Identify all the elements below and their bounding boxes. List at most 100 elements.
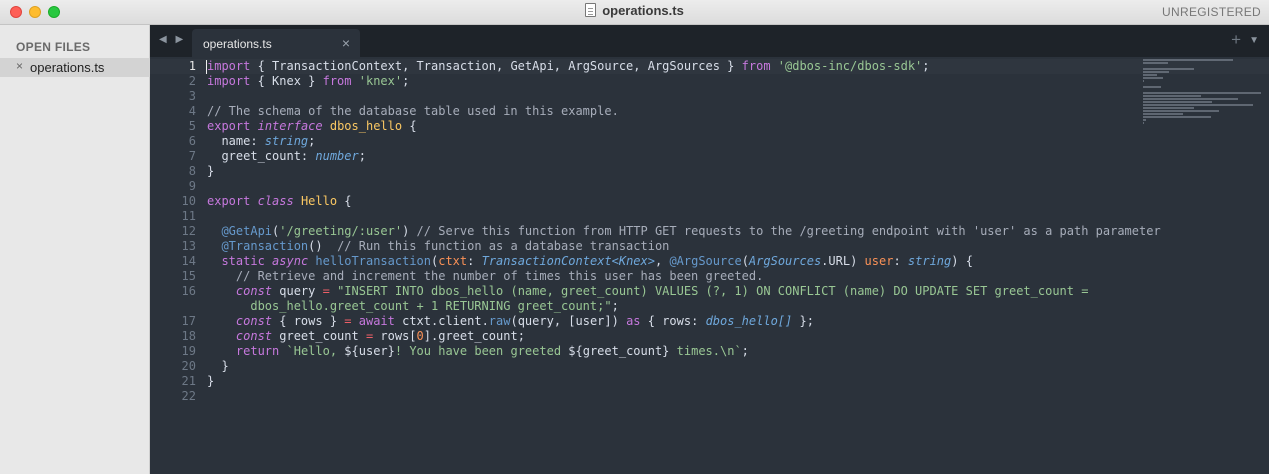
code-token: rows[: [373, 329, 417, 343]
code-line[interactable]: export interface dbos_hello {: [207, 119, 1139, 134]
code-editor[interactable]: 1 2 3 4 5 6 7 8 9 10 11 12 13 14 15 16 17 18 19 20 21 22 impo…: [150, 57, 1269, 474]
line-number: [150, 299, 196, 314]
code-token: '@dbos-inc/dbos-sdk': [777, 59, 923, 73]
code-line[interactable]: const { rows } = await ctxt.client.raw(q…: [207, 314, 1139, 329]
minimap-line: [1143, 104, 1253, 106]
line-number: 8: [188, 164, 196, 178]
code-token: :: [893, 254, 908, 268]
code-line[interactable]: [207, 389, 1139, 404]
code-token: };: [792, 314, 814, 328]
code-token: ;: [358, 149, 366, 163]
code-line[interactable]: return `Hello, ${user}! You have been gr…: [207, 344, 1139, 359]
tab-close-icon[interactable]: ×: [342, 35, 350, 51]
minimap-line: [1143, 110, 1219, 112]
code-token: ;: [402, 74, 410, 88]
minimap-line: [1143, 59, 1233, 61]
line-number: 12: [181, 224, 196, 238]
code-token: times.\n`: [669, 344, 742, 358]
code-token: import: [207, 74, 251, 88]
line-number: 2: [188, 74, 196, 88]
code-token: // The schema of the database table used…: [207, 104, 619, 118]
code-line[interactable]: greet_count: number;: [207, 149, 1139, 164]
code-line[interactable]: }: [207, 359, 1139, 374]
code-token: import: [207, 59, 251, 73]
minimap-line: [1143, 86, 1161, 88]
code-token: static: [221, 254, 265, 268]
text-cursor: [206, 60, 207, 74]
code-token: export: [207, 194, 251, 208]
code-token: async: [272, 254, 309, 268]
minimap-line: [1143, 116, 1211, 118]
tab-label: operations.ts: [203, 37, 272, 51]
tab-menu-icon[interactable]: ▼: [1249, 35, 1259, 46]
code-line[interactable]: name: string;: [207, 134, 1139, 149]
title-bar: operations.ts UNREGISTERED: [0, 0, 1269, 25]
code-token: { rows:: [640, 314, 706, 328]
code-token: const: [235, 314, 273, 328]
tab-nav-arrows[interactable]: ◀ ▶: [159, 34, 186, 45]
code-token: ${greet_count}: [568, 344, 670, 358]
code-token: raw: [488, 314, 511, 328]
code-line[interactable]: @Transaction() // Run this function as a…: [207, 239, 1139, 254]
code-token: ;: [308, 134, 316, 148]
tab-operations[interactable]: operations.ts ×: [192, 29, 360, 57]
code-line[interactable]: const query = "INSERT INTO dbos_hello (n…: [207, 284, 1139, 299]
code-token: ctxt.client.: [394, 314, 489, 328]
code-line[interactable]: import { Knex } from 'knex';: [207, 74, 1139, 89]
code-token: return: [235, 344, 280, 358]
code-line[interactable]: [207, 209, 1139, 224]
code-token: interface: [257, 119, 323, 133]
sidebar: OPEN FILES × operations.ts: [0, 25, 150, 474]
code-line[interactable]: [207, 89, 1139, 104]
line-number: 22: [181, 389, 196, 403]
code-token: string: [907, 254, 952, 268]
code-token: query: [272, 284, 323, 298]
code-token: =: [322, 284, 330, 298]
code-token: }: [207, 164, 215, 178]
code-token: :: [467, 254, 482, 268]
code-token: .URL): [821, 254, 865, 268]
code-token: name:: [207, 134, 265, 148]
line-number-gutter: 1 2 3 4 5 6 7 8 9 10 11 12 13 14 15 16 17 18 19 20 21 22: [150, 59, 196, 404]
code-token: // Serve this function from HTTP GET req…: [416, 224, 1161, 238]
code-token: const: [235, 329, 273, 343]
code-token: ! You have been greeted: [394, 344, 569, 358]
code-line[interactable]: const greet_count = rows[0].greet_count;: [207, 329, 1139, 344]
code-line[interactable]: // The schema of the database table used…: [207, 104, 1139, 119]
code-line[interactable]: [207, 179, 1139, 194]
minimap[interactable]: [1143, 59, 1261, 124]
registration-status: UNREGISTERED: [1162, 5, 1261, 19]
tab-bar: ◀ ▶ operations.ts × + ▼: [150, 25, 1269, 57]
new-tab-icon[interactable]: +: [1231, 30, 1241, 50]
window-title: operations.ts: [602, 3, 684, 18]
code-token: 'knex': [358, 74, 403, 88]
code-token: @GetApi: [221, 224, 273, 238]
code-token: dbos_hello[]: [705, 314, 793, 328]
close-file-icon[interactable]: ×: [16, 59, 23, 73]
code-line[interactable]: }: [207, 374, 1139, 389]
code-line[interactable]: @GetApi('/greeting/:user') // Serve this…: [207, 224, 1160, 239]
line-number: 13: [181, 239, 196, 253]
code-line[interactable]: static async helloTransaction (ctxt: Tran…: [207, 254, 1139, 269]
code-token: ): [402, 224, 417, 238]
line-number: 14: [181, 254, 196, 268]
code-token: ].greet_count;: [423, 329, 525, 343]
code-token: Hello: [300, 194, 338, 208]
code-line[interactable]: import { TransactionContext, Transaction…: [207, 59, 1139, 74]
code-line[interactable]: // Retrieve and increment the number of …: [207, 269, 1139, 284]
code-line[interactable]: }: [207, 164, 1139, 179]
code-line[interactable]: dbos_hello.greet_count + 1 RETURNING gre…: [207, 299, 1139, 314]
line-number: 9: [188, 179, 196, 193]
open-file-item[interactable]: × operations.ts: [0, 58, 150, 77]
code-area[interactable]: import { TransactionContext, Transaction…: [207, 59, 1161, 404]
line-number: 16: [181, 284, 196, 298]
code-line[interactable]: export class Hello {: [207, 194, 1139, 209]
code-token: {: [402, 119, 417, 133]
